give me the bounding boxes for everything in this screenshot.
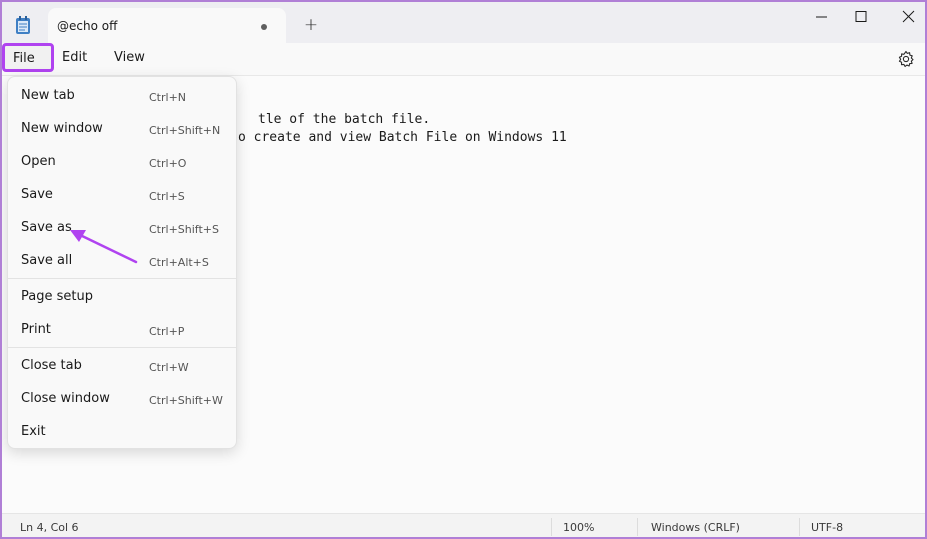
menu-item-open[interactable]: Open Ctrl+O [8,146,236,179]
menu-item-label: Close window [21,391,110,406]
gear-icon[interactable] [897,50,915,68]
menu-item-shortcut: Ctrl+O [149,157,187,170]
status-separator [637,518,638,536]
menu-item-label: Exit [21,424,46,439]
menu-item-print[interactable]: Print Ctrl+P [8,314,236,347]
menu-separator [8,347,236,348]
encoding[interactable]: UTF-8 [811,521,843,534]
menu-item-shortcut: Ctrl+Shift+S [149,223,219,236]
new-tab-button[interactable]: + [300,14,322,36]
menu-item-close-tab[interactable]: Close tab Ctrl+W [8,350,236,383]
title-bar: @echo off + [2,2,926,44]
menu-item-new-tab[interactable]: New tab Ctrl+N [8,80,236,113]
menu-edit[interactable]: Edit [62,50,87,65]
menu-view[interactable]: View [114,50,145,65]
menu-item-close-window[interactable]: Close window Ctrl+Shift+W [8,383,236,416]
menu-item-shortcut: Ctrl+Alt+S [149,256,209,269]
menu-item-label: Save [21,187,53,202]
menu-item-shortcut: Ctrl+N [149,91,187,104]
menu-item-label: Close tab [21,358,82,373]
status-separator [799,518,800,536]
menu-item-page-setup[interactable]: Page setup [8,281,236,314]
cursor-position: Ln 4, Col 6 [20,521,79,534]
menu-item-label: New window [21,121,103,136]
menu-item-label: New tab [21,88,75,103]
menu-item-shortcut: Ctrl+S [149,190,185,203]
notepad-icon [16,16,30,34]
menu-item-shortcut: Ctrl+Shift+W [149,394,223,407]
close-icon[interactable] [886,5,926,29]
annotation-arrow-icon [70,230,138,264]
menu-item-save[interactable]: Save Ctrl+S [8,179,236,212]
menu-item-shortcut: Ctrl+P [149,325,185,338]
editor-line-2: o create and view Batch File on Windows … [238,130,567,145]
menu-item-label: Open [21,154,56,169]
editor-line-1: tle of the batch file. [258,112,431,127]
menu-item-new-window[interactable]: New window Ctrl+Shift+N [8,113,236,146]
status-separator [551,518,552,536]
menu-separator [8,278,236,279]
unsaved-dot-icon[interactable] [261,24,267,30]
menu-bar: File Edit View [2,43,925,75]
line-ending[interactable]: Windows (CRLF) [651,521,740,534]
tab-title: @echo off [57,19,118,33]
menu-item-label: Print [21,322,51,337]
maximize-icon[interactable] [840,5,880,29]
tab-echo-off[interactable]: @echo off [48,8,286,44]
menu-file[interactable]: File [2,43,54,72]
notepad-window: @echo off + File Edit View tle of the ba… [0,0,927,539]
menu-item-shortcut: Ctrl+Shift+N [149,124,221,137]
menu-item-exit[interactable]: Exit [8,416,236,449]
menu-item-label: Page setup [21,289,93,304]
menu-item-shortcut: Ctrl+W [149,361,189,374]
status-bar: Ln 4, Col 6 100% Windows (CRLF) UTF-8 [2,513,925,537]
zoom-level[interactable]: 100% [563,521,594,534]
minimize-icon[interactable] [802,5,842,29]
